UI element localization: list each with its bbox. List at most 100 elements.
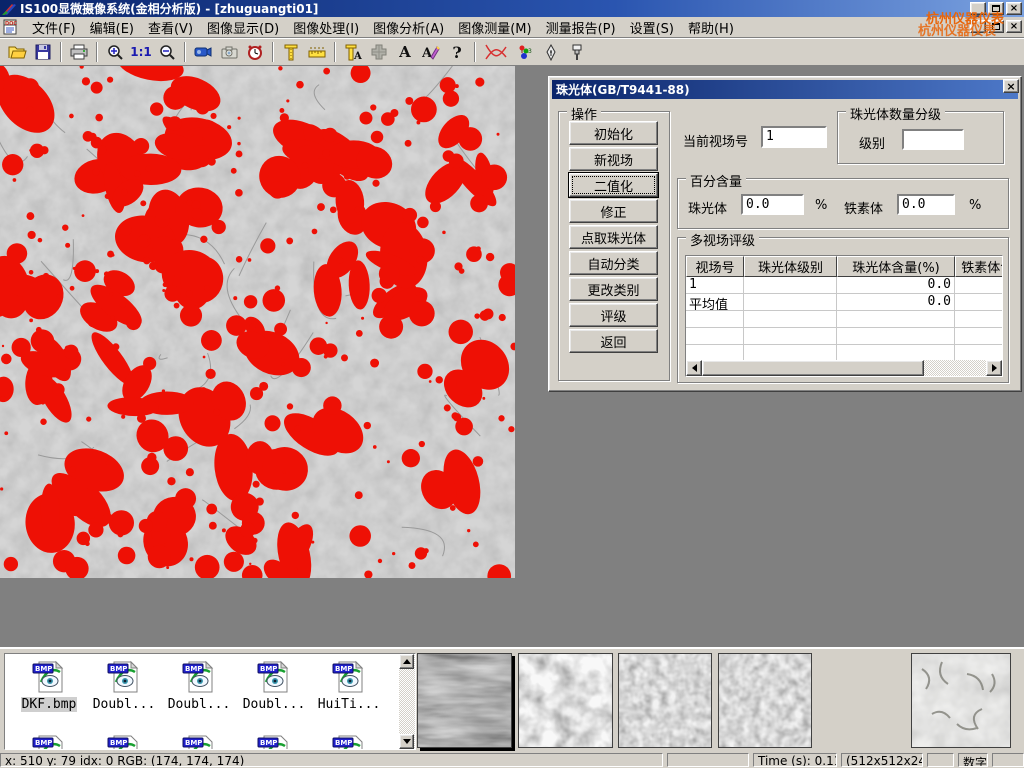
dialog-title-bar[interactable]: 珠光体(GB/T9441-88)	[552, 80, 1018, 99]
child-close-button[interactable]: ×	[1006, 20, 1022, 33]
scroll-up-button[interactable]	[399, 654, 414, 669]
svg-text:BMP: BMP	[185, 739, 202, 747]
status-empty-2	[927, 753, 954, 767]
file-item[interactable]: BMP Doubl...	[88, 660, 160, 712]
menu-settings[interactable]: 设置(S)	[623, 16, 681, 39]
percent-group-label: 百分含量	[686, 171, 746, 190]
file-name[interactable]: Doubl...	[242, 697, 307, 712]
actual-size-button[interactable]: 1:1	[128, 40, 154, 64]
dialog-close-button[interactable]: ×	[1003, 79, 1019, 93]
ferrite-percent-input[interactable]: 0.0	[897, 194, 955, 215]
minimize-button[interactable]: _	[970, 2, 986, 15]
metallographic-image[interactable]	[0, 66, 515, 578]
table-row[interactable]: 1 0.0	[686, 277, 1002, 294]
file-name[interactable]: DKF.bmp	[21, 697, 78, 712]
file-item[interactable]: BMP DKF.bmp	[13, 660, 85, 712]
child-minimize-button[interactable]: _	[970, 20, 986, 33]
annotate-button[interactable]: A	[418, 40, 444, 64]
scroll-track[interactable]	[702, 360, 986, 376]
file-item[interactable]: BMP Doubl...	[238, 660, 310, 712]
thumbnail-4[interactable]	[718, 653, 812, 748]
table-row[interactable]: 平均值 0.0	[686, 294, 1002, 311]
bmp-file-icon: BMP	[182, 660, 216, 694]
caliper-button[interactable]	[278, 40, 304, 64]
scroll-down-button[interactable]	[399, 734, 414, 749]
menu-measure-report[interactable]: 测量报告(P)	[539, 16, 623, 39]
open-button[interactable]	[4, 40, 30, 64]
print-button[interactable]	[66, 40, 92, 64]
toolbar-separator	[474, 42, 476, 62]
cell: 0.0	[837, 277, 955, 294]
ruler-button[interactable]	[304, 40, 330, 64]
file-name[interactable]: HuiTi...	[317, 697, 382, 712]
menu-image-analysis[interactable]: 图像分析(A)	[366, 16, 451, 39]
zoom-out-button[interactable]	[154, 40, 180, 64]
grade-input[interactable]	[902, 129, 964, 150]
menu-file[interactable]: 文件(F)	[25, 16, 83, 39]
file-item-partial[interactable]: BMP	[163, 734, 235, 750]
current-field-input[interactable]: 1	[761, 126, 827, 148]
multifield-table[interactable]: 视场号 珠光体级别 珠光体含量(%) 铁素体含量(%) 1 0.0 平均值 0.…	[685, 255, 1003, 377]
measure-text-button[interactable]: A	[340, 40, 366, 64]
curve-cut-button[interactable]	[480, 40, 512, 64]
thumbnail-5[interactable]	[911, 653, 1011, 748]
video-camera-button[interactable]	[190, 40, 216, 64]
text-button[interactable]: A	[392, 40, 418, 64]
pearlite-label: 珠光体	[688, 198, 727, 217]
menu-view[interactable]: 查看(V)	[141, 16, 200, 39]
help-button[interactable]: ?	[444, 40, 470, 64]
menu-image-measure[interactable]: 图像测量(M)	[451, 16, 538, 39]
menu-edit[interactable]: 编辑(E)	[83, 16, 141, 39]
file-item-partial[interactable]: BMP	[88, 734, 160, 750]
child-restore-button[interactable]	[988, 20, 1004, 33]
pick-pearlite-button[interactable]: 点取珠光体	[569, 225, 658, 249]
scroll-thumb[interactable]	[702, 360, 924, 376]
toolbar-separator	[272, 42, 274, 62]
close-button[interactable]: ×	[1006, 2, 1022, 15]
file-name[interactable]: Doubl...	[92, 697, 157, 712]
file-name[interactable]: Doubl...	[167, 697, 232, 712]
col-ferrite-pct: 铁素体含量(%)	[955, 256, 1003, 277]
grid-merge-button[interactable]	[366, 40, 392, 64]
pen-button[interactable]	[538, 40, 564, 64]
scroll-left-button[interactable]	[686, 360, 702, 376]
thumbnail-3[interactable]	[618, 653, 712, 748]
cell: 0.0	[837, 294, 955, 311]
table-h-scrollbar[interactable]	[686, 360, 1002, 376]
app-icon	[2, 2, 17, 15]
change-class-button[interactable]: 更改类别	[569, 277, 658, 301]
save-button[interactable]	[30, 40, 56, 64]
status-empty-3	[992, 753, 1024, 767]
toolbar-separator	[60, 42, 62, 62]
thumbnail-2[interactable]	[518, 653, 613, 748]
init-button[interactable]: 初始化	[569, 121, 658, 145]
file-item[interactable]: BMP Doubl...	[163, 660, 235, 712]
correct-button[interactable]: 修正	[569, 199, 658, 223]
menu-help[interactable]: 帮助(H)	[681, 16, 741, 39]
file-item-partial[interactable]: BMP	[313, 734, 385, 750]
svg-text:BMP: BMP	[185, 665, 202, 673]
color-dots-button[interactable]: 3	[512, 40, 538, 64]
brush-button[interactable]	[564, 40, 590, 64]
file-item-partial[interactable]: BMP	[13, 734, 85, 750]
new-field-button[interactable]: 新视场	[569, 147, 658, 171]
pearlite-percent-input[interactable]: 0.0	[741, 194, 804, 215]
file-list[interactable]: BMP DKF.bmp BMP Doubl... BMP	[4, 653, 416, 750]
menu-image-processing[interactable]: 图像处理(I)	[286, 16, 366, 39]
file-list-scrollbar[interactable]	[399, 654, 415, 749]
file-item[interactable]: BMP HuiTi...	[313, 660, 385, 712]
restore-button[interactable]	[988, 2, 1004, 15]
capture-camera-button[interactable]	[216, 40, 242, 64]
auto-classify-button[interactable]: 自动分类	[569, 251, 658, 275]
menu-image-display[interactable]: 图像显示(D)	[200, 16, 286, 39]
binarize-button[interactable]: 二值化	[569, 173, 658, 197]
grade-button[interactable]: 评级	[569, 303, 658, 327]
pearlite-unit: %	[815, 198, 827, 213]
svg-text:BMP: BMP	[110, 665, 127, 673]
scroll-right-button[interactable]	[986, 360, 1002, 376]
return-button[interactable]: 返回	[569, 329, 658, 353]
zoom-in-button[interactable]	[102, 40, 128, 64]
timer-clock-button[interactable]	[242, 40, 268, 64]
file-item-partial[interactable]: BMP	[238, 734, 310, 750]
thumbnail-1[interactable]	[417, 653, 512, 748]
